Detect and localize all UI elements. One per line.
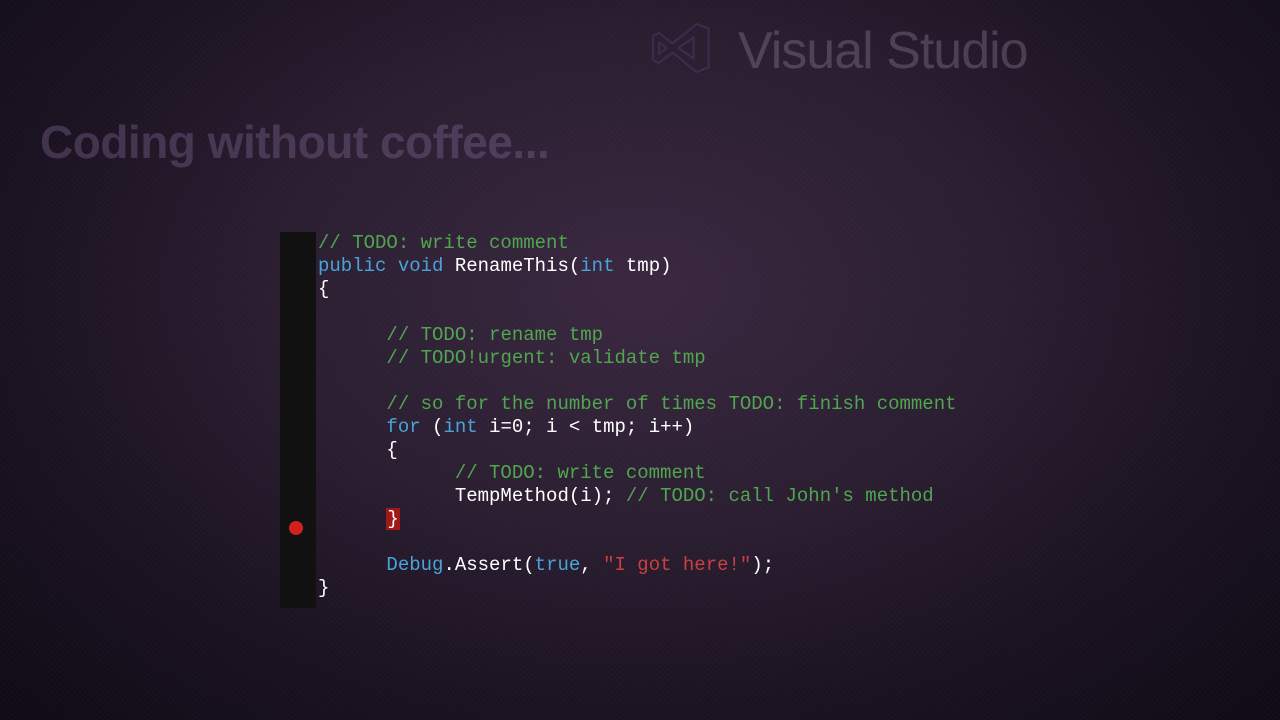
code-line: Debug.Assert(true, "I got here!"); [318, 554, 774, 576]
code-editor: // TODO: write comment public void Renam… [280, 232, 957, 608]
code-line: TempMethod(i); // TODO: call John's meth… [318, 485, 934, 507]
code-line: // TODO: rename tmp [318, 324, 603, 346]
brand-name: Visual Studio [738, 21, 1028, 81]
error-highlight: } [386, 508, 399, 530]
code-line: // TODO: write comment [318, 462, 706, 484]
code-line: // TODO!urgent: validate tmp [318, 347, 706, 369]
headline-text: Coding without coffee... [40, 115, 549, 169]
code-content: // TODO: write comment public void Renam… [316, 232, 957, 608]
code-line: // TODO: write comment [318, 232, 569, 254]
code-line: public void RenameThis(int tmp) [318, 255, 672, 277]
visual-studio-logo-icon [640, 18, 720, 83]
code-line: // so for the number of times TODO: fini… [318, 393, 957, 415]
code-line: for (int i=0; i < tmp; i++) [318, 416, 694, 438]
brand-logo-group: Visual Studio [640, 18, 1028, 83]
code-line: { [318, 278, 329, 300]
code-line: { [318, 439, 398, 461]
editor-gutter [280, 232, 316, 608]
code-line: } [318, 508, 400, 530]
breakpoint-icon[interactable] [289, 521, 303, 535]
code-line: } [318, 577, 329, 599]
